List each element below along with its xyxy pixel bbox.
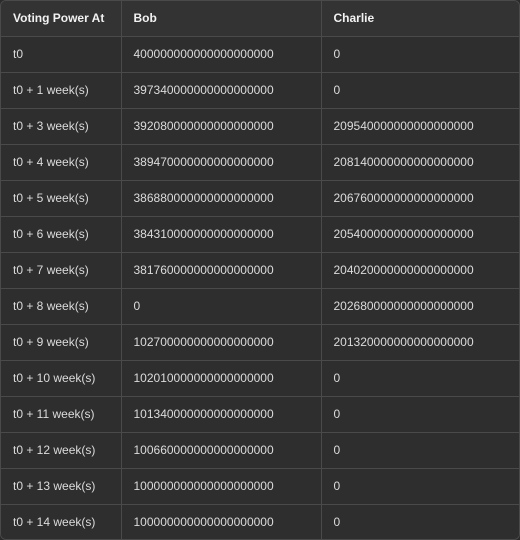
cell-voting-power-at: t0 + 5 week(s) [1,180,122,217]
cell-bob: 102010000000000000000 [121,360,322,397]
cell-charlie: 201320000000000000000 [321,324,519,361]
cell-bob: 100660000000000000000 [121,432,322,469]
cell-bob: 102700000000000000000 [121,324,322,361]
cell-charlie: 0 [321,36,519,73]
cell-bob: 397340000000000000000 [121,72,322,109]
table-row: t0 400000000000000000000 0 [1,36,519,73]
table-row: t0 + 8 week(s) 0 202680000000000000000 [1,288,519,325]
cell-bob: 381760000000000000000 [121,252,322,289]
cell-charlie: 205400000000000000000 [321,216,519,253]
cell-charlie: 208140000000000000000 [321,144,519,181]
table-header-row: Voting Power At Bob Charlie [1,1,519,37]
cell-charlie: 0 [321,72,519,109]
cell-bob: 389470000000000000000 [121,144,322,181]
cell-voting-power-at: t0 + 13 week(s) [1,468,122,505]
cell-bob: 386880000000000000000 [121,180,322,217]
table-row: t0 + 3 week(s) 392080000000000000000 20954… [1,108,519,145]
cell-charlie: 0 [321,396,519,433]
cell-bob: 400000000000000000000 [121,36,322,73]
table-row: t0 + 14 week(s) 100000000000000000000 0 [1,504,519,539]
cell-voting-power-at: t0 + 9 week(s) [1,324,122,361]
cell-charlie: 209540000000000000000 [321,108,519,145]
cell-voting-power-at: t0 [1,36,122,73]
cell-voting-power-at: t0 + 6 week(s) [1,216,122,253]
header-voting-power-at: Voting Power At [1,1,122,37]
cell-bob: 392080000000000000000 [121,108,322,145]
table-row: t0 + 11 week(s) 101340000000000000000 0 [1,396,519,433]
table-row: t0 + 5 week(s) 386880000000000000000 20676… [1,180,519,217]
cell-voting-power-at: t0 + 8 week(s) [1,288,122,325]
cell-voting-power-at: t0 + 14 week(s) [1,504,122,539]
cell-charlie: 0 [321,432,519,469]
data-table: Voting Power At Bob Charlie t0 4000000000… [1,1,519,539]
header-charlie: Charlie [321,1,519,37]
cell-charlie: 0 [321,360,519,397]
table-row: t0 + 6 week(s) 384310000000000000000 20540… [1,216,519,253]
header-bob: Bob [121,1,322,37]
table-row: t0 + 1 week(s) 397340000000000000000 0 [1,72,519,109]
table-row: t0 + 12 week(s) 100660000000000000000 0 [1,432,519,469]
cell-voting-power-at: t0 + 7 week(s) [1,252,122,289]
cell-voting-power-at: t0 + 11 week(s) [1,396,122,433]
cell-voting-power-at: t0 + 12 week(s) [1,432,122,469]
cell-bob: 0 [121,288,322,325]
cell-charlie: 0 [333,515,341,530]
cell-voting-power-at: t0 + 4 week(s) [1,144,122,181]
cell-bob: 100000000000000000000 [121,504,322,539]
cell-charlie: 202680000000000000000 [321,288,519,325]
cell-bob: 101340000000000000000 [121,396,322,433]
cell-bob: 384310000000000000000 [121,216,322,253]
cell-charlie: 204020000000000000000 [321,252,519,289]
cell-voting-power-at: t0 + 10 week(s) [1,360,122,397]
table-row: t0 + 13 week(s) 100000000000000000000 0 [1,468,519,505]
table-row: t0 + 4 week(s) 389470000000000000000 20814… [1,144,519,181]
cell-voting-power-at: t0 + 1 week(s) [1,72,122,109]
table-row: t0 + 7 week(s) 381760000000000000000 20402… [1,252,519,289]
cell-bob: 100000000000000000000 [121,468,322,505]
cell-charlie: 206760000000000000000 [321,180,519,217]
voting-power-table: Voting Power At Bob Charlie t0 4000000000… [0,0,520,540]
table-row: t0 + 10 week(s) 102010000000000000000 0 [1,360,519,397]
cell-voting-power-at: t0 + 3 week(s) [1,108,122,145]
table-row: t0 + 9 week(s) 102700000000000000000 20132… [1,324,519,361]
cell-charlie: 0 [321,468,519,505]
